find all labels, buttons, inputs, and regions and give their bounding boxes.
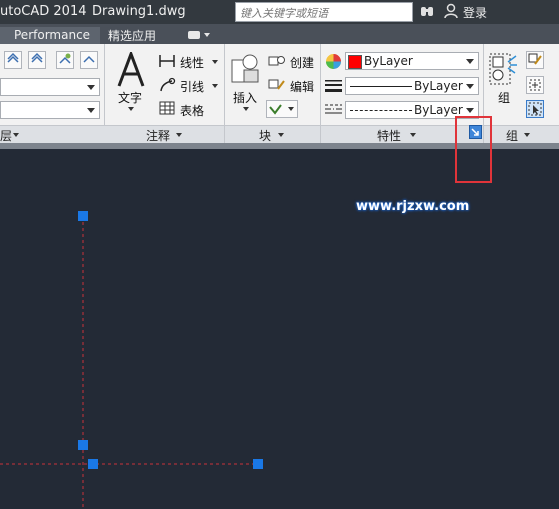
user-icon[interactable] [444, 3, 458, 19]
leader-icon [160, 77, 176, 92]
watermark-text: www.rjzxw.com [356, 199, 470, 214]
text-button-label[interactable]: 文字 [118, 89, 142, 106]
layer-tool-icon-1[interactable] [4, 51, 22, 69]
binoculars-icon[interactable] [420, 4, 434, 18]
lineweight-dropdown[interactable]: ByLayer [345, 77, 479, 95]
tab-featured-apps[interactable]: 精选应用 [108, 27, 156, 44]
panel-title-layers[interactable]: 层 [0, 127, 12, 144]
title-bar: utoCAD 2014 Drawing1.dwg 键入关键字或短语 登录 [0, 0, 559, 24]
color-wheel-icon [326, 54, 341, 69]
linetype-sample [350, 110, 412, 111]
search-placeholder: 键入关键字或短语 [240, 7, 328, 20]
panel-title-block[interactable]: 块 [259, 127, 271, 144]
grip-top [78, 211, 88, 221]
create-block-icon [268, 56, 285, 66]
login-link[interactable]: 登录 [463, 4, 487, 21]
annotation-panel-expander[interactable] [176, 133, 182, 137]
group-icon[interactable] [488, 52, 518, 86]
edit-block-icon [268, 79, 285, 90]
linear-label[interactable]: 线性 [180, 54, 204, 71]
insert-label[interactable]: 插入 [233, 89, 257, 106]
panel-separator [224, 125, 225, 143]
app-title: utoCAD 2014 [0, 4, 87, 19]
tab-overflow-icon[interactable] [186, 29, 212, 41]
ribbon-tab-bar: Performance 精选应用 [0, 24, 559, 44]
color-value: ByLayer [364, 54, 413, 68]
line-sample [350, 86, 412, 87]
edit-label[interactable]: 编辑 [290, 78, 314, 95]
layer-state-dropdown[interactable] [0, 101, 100, 119]
table-label[interactable]: 表格 [180, 102, 204, 119]
panel-title-group[interactable]: 组 [506, 127, 518, 144]
group-button-label[interactable]: 组 [498, 89, 510, 106]
panel-separator [320, 125, 321, 143]
highlight-box [455, 116, 492, 183]
search-input[interactable]: 键入关键字或短语 [235, 2, 413, 22]
drawing-canvas[interactable] [0, 149, 559, 509]
text-dropdown-arrow[interactable] [128, 107, 134, 111]
linear-dropdown-arrow[interactable] [212, 60, 218, 64]
insert-block-icon[interactable] [230, 52, 262, 86]
lineweight-value: ByLayer [414, 79, 463, 93]
tab-performance[interactable]: Performance [0, 27, 100, 44]
ungroup-button[interactable] [526, 51, 544, 69]
group-edit-button[interactable] [526, 76, 544, 94]
block-panel-expander[interactable] [278, 133, 284, 137]
layers-panel-expander[interactable] [13, 133, 19, 137]
linetype-value: ByLayer [414, 103, 463, 117]
group-selection-toggle[interactable] [526, 100, 544, 118]
color-swatch [348, 55, 362, 69]
panel-title-annotation[interactable]: 注释 [146, 127, 170, 144]
layer-tool-icon-3[interactable] [56, 51, 74, 69]
layer-tool-icon-4[interactable] [80, 51, 98, 69]
grip-right [253, 459, 263, 469]
leader-dropdown-arrow[interactable] [212, 84, 218, 88]
panel-title-properties[interactable]: 特性 [377, 127, 401, 144]
document-title: Drawing1.dwg [92, 4, 186, 19]
grip-left [88, 459, 98, 469]
layer-tool-icon-2[interactable] [28, 51, 46, 69]
table-icon [159, 101, 175, 115]
create-label[interactable]: 创建 [290, 54, 314, 71]
linear-dimension-icon [159, 55, 175, 67]
linetype-icon [325, 104, 342, 114]
color-dropdown[interactable]: ByLayer [345, 52, 479, 70]
layer-dropdown[interactable] [0, 78, 100, 96]
block-attribute-button[interactable] [266, 100, 298, 118]
leader-label[interactable]: 引线 [180, 78, 204, 95]
grip-mid [78, 440, 88, 450]
group-panel-expander[interactable] [524, 133, 530, 137]
insert-dropdown-arrow[interactable] [243, 107, 249, 111]
text-icon[interactable] [116, 52, 146, 88]
lineweight-icon [325, 80, 342, 92]
properties-panel-expander[interactable] [410, 133, 416, 137]
